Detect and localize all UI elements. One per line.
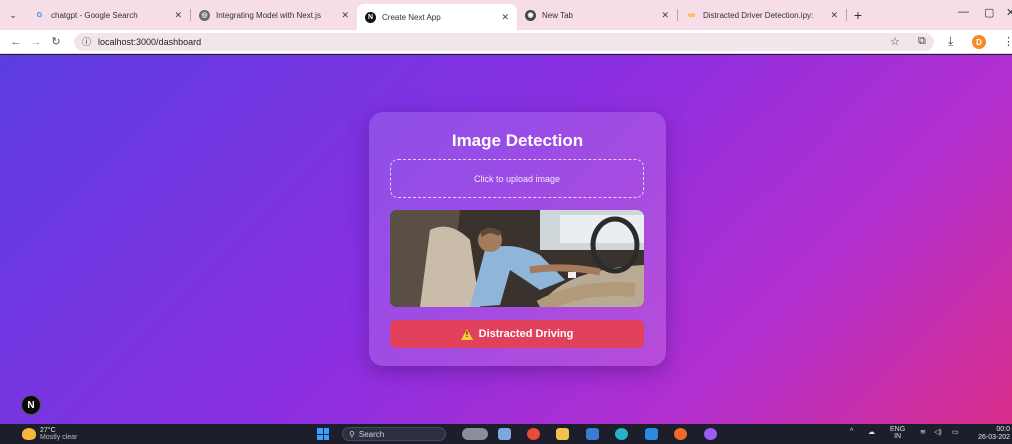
search-label: Search — [358, 429, 385, 439]
tray-overflow-chevron-icon[interactable]: ^ — [850, 428, 853, 435]
browser-toolbar: ← → ↻ ⓘ localhost:3000/dashboard — [0, 30, 1012, 54]
new-tab-plus-icon[interactable]: + — [847, 7, 869, 23]
language-code: ENG — [890, 426, 906, 433]
page-viewport: Image Detection Click to upload image ! … — [0, 55, 1012, 424]
chrome-beta-app-icon[interactable] — [704, 428, 717, 440]
tab-distracted-driver-detection[interactable]: ∞ Distracted Driver Detection.ipy: ✕ — [678, 4, 846, 26]
edge-app-icon[interactable] — [615, 428, 628, 440]
tab-search-chevron-icon[interactable]: ⌄ — [0, 4, 26, 26]
nextjs-icon: N — [365, 11, 376, 23]
chrome-dev-app-icon[interactable] — [674, 428, 687, 440]
uploaded-driver-image — [390, 210, 644, 307]
chrome-icon: ◉ — [525, 9, 536, 21]
tab-google-search[interactable]: G chatgpt - Google Search ✕ — [26, 4, 190, 26]
restore-icon[interactable]: ▢ — [984, 6, 994, 19]
weather-cloud-icon — [22, 428, 36, 440]
folder-app-icon[interactable] — [556, 428, 569, 440]
tab-close-icon[interactable]: ✕ — [341, 10, 349, 21]
onedrive-cloud-icon[interactable]: ☁ — [868, 428, 875, 436]
tab-new-tab[interactable]: ◉ New Tab ✕ — [517, 4, 677, 26]
detection-card: Image Detection Click to upload image ! … — [369, 112, 666, 366]
windows-start-icon[interactable] — [317, 428, 329, 440]
tab-close-icon[interactable]: ✕ — [830, 10, 838, 21]
nextjs-badge-label: N — [27, 399, 35, 411]
wifi-icon[interactable]: ≋ — [920, 428, 926, 436]
file-explorer-app-icon[interactable] — [498, 428, 511, 440]
url-text: localhost:3000/dashboard — [98, 36, 202, 47]
tab-close-icon[interactable]: ✕ — [174, 10, 182, 21]
site-info-icon[interactable]: ⓘ — [82, 35, 91, 48]
minimize-icon[interactable]: — — [958, 6, 969, 18]
language-indicator[interactable]: ENG IN — [890, 426, 905, 440]
taskbar-search[interactable]: ⚲ Search — [342, 427, 446, 441]
page-title: Image Detection — [451, 131, 584, 150]
close-window-icon[interactable]: ✕ — [1006, 6, 1012, 19]
weather-widget[interactable]: 27°C Mostly clear — [22, 427, 77, 441]
weather-text: Mostly clear — [40, 434, 78, 441]
tab-title: Create Next App — [382, 12, 441, 22]
system-clock[interactable]: 00:0 26-03-202 — [978, 426, 1010, 442]
browser-tab-bar: ⌄ G chatgpt - Google Search ✕ ◎ Integrat… — [0, 0, 1012, 30]
os-taskbar: 27°C Mostly clear ⚲ Search ^ ☁ ENG IN ≋ … — [0, 424, 1012, 444]
google-icon: G — [36, 11, 43, 19]
widgets-app-icon[interactable] — [462, 428, 488, 440]
reload-icon[interactable]: ↻ — [46, 35, 66, 48]
clock-time: 00:0 — [996, 426, 1010, 433]
chrome-app-icon[interactable] — [527, 428, 540, 440]
clock-date: 26-03-202 — [978, 434, 1010, 441]
address-bar[interactable]: ⓘ localhost:3000/dashboard — [74, 32, 934, 51]
forward-arrow-icon[interactable]: → — [26, 36, 46, 48]
tab-close-icon[interactable]: ✕ — [661, 10, 669, 21]
warning-icon: ! — [460, 328, 473, 340]
temperature-text: 27°C — [40, 427, 56, 434]
region-code: IN — [894, 433, 902, 440]
downloads-icon[interactable]: ⤓ — [948, 34, 953, 49]
tab-title: chatgpt - Google Search — [51, 10, 138, 20]
tab-title: New Tab — [542, 10, 573, 20]
detection-result-banner: ! Distracted Driving — [390, 320, 644, 348]
volume-icon[interactable]: ◁) — [934, 428, 942, 436]
back-arrow-icon[interactable]: ← — [6, 36, 26, 48]
tab-title: Distracted Driver Detection.ipy: — [703, 10, 814, 20]
chatgpt-icon: ◎ — [199, 9, 210, 21]
extensions-icon[interactable]: ⧉ — [918, 35, 926, 48]
colab-icon: ∞ — [687, 9, 696, 21]
battery-icon[interactable]: ▭ — [952, 428, 959, 436]
bookmark-star-icon[interactable]: ☆ — [890, 35, 900, 48]
tab-title: Integrating Model with Next.js — [216, 10, 321, 20]
driver-photo-illustration — [390, 210, 644, 307]
profile-avatar[interactable]: D — [972, 35, 986, 49]
tab-close-icon[interactable]: ✕ — [501, 12, 509, 23]
tab-integrating-model[interactable]: ◎ Integrating Model with Next.js ✕ — [191, 4, 357, 26]
result-label: Distracted Driving — [478, 328, 574, 340]
tab-create-next-app[interactable]: N Create Next App ✕ — [357, 4, 517, 30]
menu-kebab-icon[interactable]: ⋮ — [1003, 35, 1012, 48]
nextjs-dev-indicator[interactable]: N — [21, 395, 41, 415]
store-app-icon[interactable] — [586, 428, 599, 440]
upload-label: Click to upload image — [473, 173, 561, 184]
vscode-app-icon[interactable] — [645, 428, 658, 440]
upload-image-dropzone[interactable]: Click to upload image — [390, 159, 644, 198]
search-icon: ⚲ — [349, 429, 355, 439]
